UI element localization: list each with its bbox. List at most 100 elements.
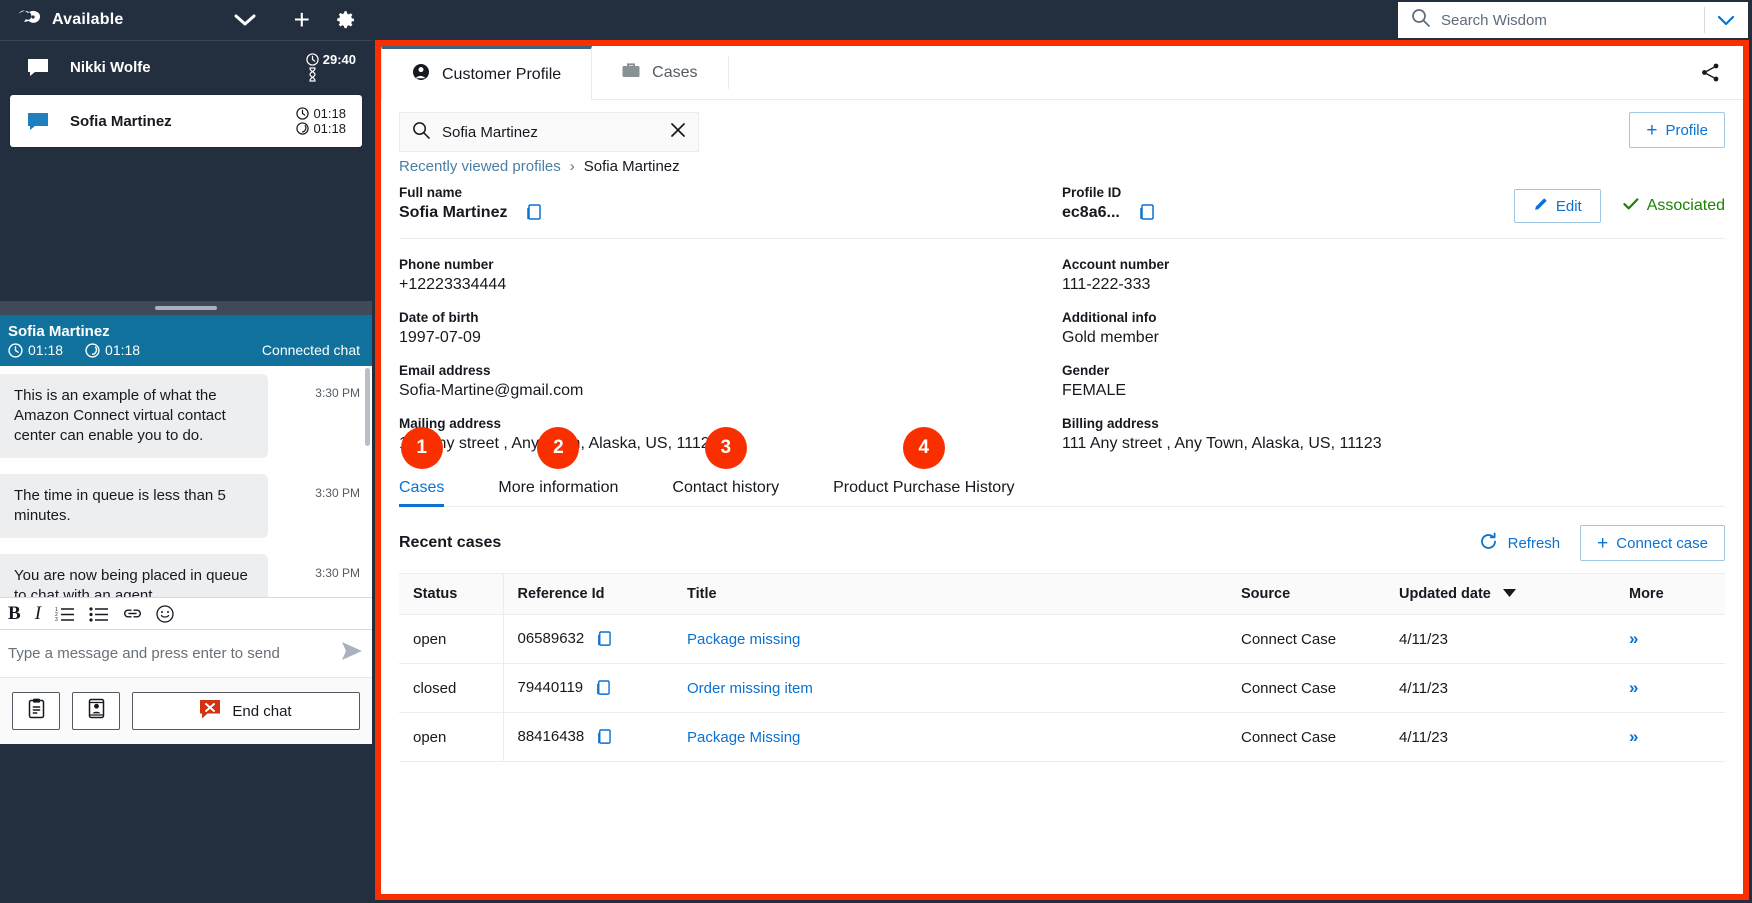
field-billing-address: Billing address 111 Any street , Any Tow… <box>1062 416 1725 453</box>
chat-scrollbar[interactable] <box>365 368 370 446</box>
cell-status: open <box>399 712 504 762</box>
chevron-down-icon[interactable] <box>234 13 256 27</box>
recent-cases-header: Recent cases Refresh + Connect case <box>381 507 1743 561</box>
refresh-button[interactable]: Refresh <box>1479 532 1560 555</box>
bold-icon[interactable]: B <box>8 603 21 625</box>
chevron-down-icon[interactable] <box>1705 15 1747 26</box>
copy-icon[interactable] <box>1138 204 1154 222</box>
chevron-double-right-icon[interactable]: » <box>1629 678 1639 697</box>
add-profile-button[interactable]: + Profile <box>1629 112 1725 148</box>
case-title-link[interactable]: Package missing <box>687 631 800 648</box>
plus-icon[interactable]: + <box>294 6 310 34</box>
chevron-double-right-icon[interactable]: » <box>1629 727 1639 746</box>
chat-bubble-icon <box>28 58 48 76</box>
cell-more: » <box>1615 614 1725 664</box>
send-icon[interactable] <box>342 642 362 665</box>
connect-case-button[interactable]: + Connect case <box>1580 525 1725 561</box>
emoji-icon[interactable] <box>156 604 174 623</box>
subtab-more-information[interactable]: 2 More information <box>498 427 618 506</box>
message-input-placeholder[interactable]: Type a message and press enter to send <box>8 645 342 662</box>
resize-grabber <box>155 306 217 310</box>
breadcrumb: Recently viewed profiles › Sofia Martine… <box>381 152 1743 175</box>
contact-list-item-nikki-wolfe[interactable]: Nikki Wolfe 29:40 <box>0 41 372 93</box>
cell-source: Connect Case <box>1227 712 1385 762</box>
connect-case-label: Connect case <box>1616 534 1708 552</box>
chat-message-list[interactable]: This is an example of what the Amazon Co… <box>0 366 372 597</box>
field-value: Sofia Martinez <box>399 204 1046 222</box>
column-header-updated-date[interactable]: Updated date <box>1385 573 1615 615</box>
ordered-list-icon[interactable]: 123 <box>55 606 75 622</box>
table-row[interactable]: open 88416438 Package Missing Connect Ca… <box>399 712 1725 762</box>
wisdom-search-input[interactable]: Search Wisdom <box>1441 12 1704 29</box>
column-header-title[interactable]: Title <box>673 573 1227 615</box>
contact-list-item-sofia-martinez[interactable]: Sofia Martinez 01:18 01:18 <box>10 95 362 147</box>
field-label: Gender <box>1062 363 1110 378</box>
contact-timer-value: 01:18 <box>313 106 346 121</box>
link-icon[interactable] <box>123 607 142 620</box>
amazon-connect-logo-icon <box>16 9 42 31</box>
contact-timers: 01:18 01:18 <box>296 106 346 136</box>
edit-button[interactable]: Edit <box>1513 189 1601 223</box>
agent-status-label[interactable]: Available <box>52 11 123 29</box>
end-chat-label: End chat <box>232 702 292 720</box>
field-label: Phone number <box>399 257 494 272</box>
column-header-source[interactable]: Source <box>1227 573 1385 615</box>
top-bar: Search Wisdom <box>372 0 1752 40</box>
profile-search-value[interactable]: Sofia Martinez <box>442 124 670 141</box>
panel-resize-handle[interactable] <box>0 301 372 315</box>
contact-control-panel: Available + Nikki Wolfe 29:40 Sofia Mart… <box>0 0 372 903</box>
edit-label: Edit <box>1555 197 1582 215</box>
wisdom-search-bar[interactable]: Search Wisdom <box>1398 2 1748 38</box>
tab-customer-profile[interactable]: Customer Profile <box>381 46 593 100</box>
chat-bubble-icon <box>28 112 48 130</box>
copy-icon[interactable] <box>596 631 612 648</box>
chat-message-time: 3:30 PM <box>315 386 360 400</box>
chevron-double-right-icon[interactable]: » <box>1629 629 1639 648</box>
contact-card-button[interactable] <box>72 692 120 730</box>
recent-cases-actions: Refresh + Connect case <box>1479 525 1725 561</box>
subtab-cases[interactable]: 1 Cases <box>399 427 445 507</box>
quick-responses-button[interactable] <box>12 692 60 730</box>
chat-message: You are now being placed in queue to cha… <box>0 546 372 597</box>
case-title-link[interactable]: Order missing item <box>687 680 813 697</box>
copy-icon[interactable] <box>595 680 611 697</box>
recent-cases-title: Recent cases <box>399 534 502 551</box>
subtab-product-purchase-history[interactable]: 4 Product Purchase History <box>833 427 1015 506</box>
add-profile-label: Profile <box>1665 121 1708 139</box>
chat-connection-state: Connected chat <box>261 342 360 358</box>
copy-icon[interactable] <box>596 729 612 746</box>
ccp-footer-actions: End chat <box>0 678 372 744</box>
table-row[interactable]: open 06589632 Package missing Connect Ca… <box>399 614 1725 664</box>
profile-search-input[interactable]: Sofia Martinez <box>399 112 699 152</box>
details-row-email: Email address Sofia-Martine@gmail.com Ge… <box>399 363 1725 400</box>
field-phone-number: Phone number +12223334444 <box>399 257 1062 294</box>
message-compose-area[interactable]: Type a message and press enter to send <box>0 630 372 678</box>
contact-name: Sofia Martinez <box>70 112 172 130</box>
tab-cases[interactable]: Cases <box>592 46 727 99</box>
close-icon[interactable] <box>670 122 686 142</box>
svg-text:3: 3 <box>55 617 58 622</box>
breadcrumb-parent-link[interactable]: Recently viewed profiles <box>399 158 561 175</box>
annotation-badge-4: 4 <box>902 427 945 469</box>
end-chat-button[interactable]: End chat <box>132 692 360 730</box>
column-header-status[interactable]: Status <box>399 573 504 615</box>
status-badge: Associated <box>1623 197 1725 216</box>
subtab-contact-history[interactable]: 3 Contact history <box>672 427 779 506</box>
field-value: 111 Any street , Any Town, Alaska, US, 1… <box>1062 435 1382 452</box>
unordered-list-icon[interactable] <box>89 606 109 622</box>
chat-header-row: 01:18 01:18 Connected chat <box>8 342 360 358</box>
refresh-icon <box>1479 532 1498 555</box>
copy-icon[interactable] <box>525 204 542 222</box>
pencil-icon <box>1533 197 1548 216</box>
case-title-link[interactable]: Package Missing <box>687 729 800 746</box>
column-header-reference-id[interactable]: Reference Id <box>503 573 673 615</box>
field-date-of-birth: Date of birth 1997-07-09 <box>399 310 1062 347</box>
gear-icon[interactable] <box>336 10 356 30</box>
profile-id-text: ec8a6... <box>1062 204 1120 221</box>
table-row[interactable]: closed 79440119 Order missing item Conne… <box>399 663 1725 713</box>
field-account-number: Account number 111-222-333 <box>1062 257 1725 294</box>
contact-name: Nikki Wolfe <box>70 58 151 76</box>
share-icon[interactable] <box>1700 46 1743 99</box>
chat-timer-value: 01:18 <box>28 342 64 358</box>
italic-icon[interactable]: I <box>35 603 41 625</box>
